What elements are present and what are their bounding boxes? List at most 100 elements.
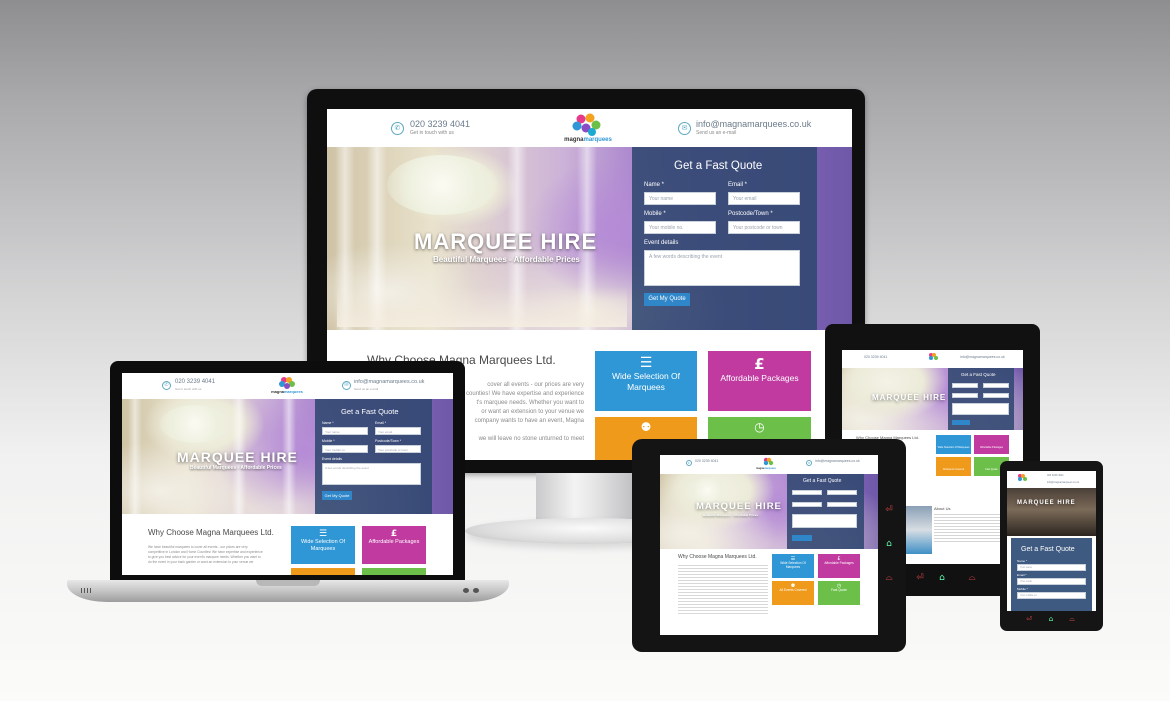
- recent-apps-icon[interactable]: ⌓: [882, 573, 896, 587]
- why-line: do the event in your back garden or want…: [148, 559, 254, 564]
- site-header: ✆ 020 3239 4041 magnamarquees ✉ info@mag…: [660, 455, 878, 474]
- postcode-input[interactable]: Your postcode or town: [375, 445, 421, 453]
- tile-label: Affordable Packages: [368, 539, 420, 545]
- header-email-caption: Send us an e-mail: [696, 130, 737, 136]
- postcode-input[interactable]: [827, 502, 857, 507]
- about-heading: About Us: [934, 506, 951, 511]
- quote-heading: Get a Fast Quote: [1021, 546, 1075, 553]
- tile-wide-selection[interactable]: ☰ Wide Selection Of Marquees: [772, 554, 814, 578]
- name-input[interactable]: Your name: [644, 192, 716, 205]
- name-input[interactable]: [792, 490, 822, 495]
- postcode-input[interactable]: [983, 393, 1009, 398]
- magna-logo[interactable]: magnamarquees: [756, 467, 776, 470]
- header-email[interactable]: info@magnamarquees.co.uk: [1047, 481, 1093, 484]
- back-icon[interactable]: ⏎: [882, 505, 896, 519]
- name-input[interactable]: [952, 383, 978, 388]
- pound-icon: £: [754, 355, 765, 373]
- header-email[interactable]: info@magnamarquees.co.uk: [354, 379, 424, 385]
- phone-icon: ✆: [162, 381, 171, 390]
- mobile-input[interactable]: Your mobile no.: [322, 445, 368, 453]
- back-icon[interactable]: ⏎: [1023, 615, 1035, 627]
- tile-label: Wide Selection Of Marquees: [611, 371, 681, 393]
- details-textarea[interactable]: [792, 514, 857, 528]
- header-phone-caption: Get in touch with us: [410, 130, 454, 136]
- tile-label: Wide Selection Of Marquees: [937, 446, 970, 449]
- hero-subtitle: Beautiful Marquees - Affordable Prices: [703, 513, 759, 517]
- name-input[interactable]: Your name: [322, 427, 368, 435]
- get-quote-button[interactable]: Get My Quote: [644, 293, 690, 306]
- magna-logo[interactable]: magnamarquees: [264, 389, 310, 394]
- name-label: Name *: [644, 182, 665, 188]
- site-header: ✆ 020 3239 4041 Get in touch with us mag…: [327, 109, 852, 147]
- email-input[interactable]: Your email: [728, 192, 800, 205]
- name-input[interactable]: Your name: [1017, 564, 1086, 571]
- phone-screen: 020 3239 4041 info@magnamarquees.co.uk M…: [1007, 471, 1096, 611]
- header-phone[interactable]: 020 3239 4041: [695, 459, 718, 463]
- recent-apps-icon[interactable]: ⌓: [1066, 615, 1078, 627]
- mobile-input[interactable]: [792, 502, 822, 507]
- tile-wide-selection[interactable]: ☰ Wide Selection Of Marquees: [291, 526, 355, 564]
- email-input[interactable]: Your email: [375, 427, 421, 435]
- tile-affordable[interactable]: £ Affordable Packages: [362, 526, 426, 564]
- tile-wide-selection[interactable]: ☰ Wide Selection Of Marquees: [595, 351, 697, 411]
- hero-title: MARQUEE HIRE: [414, 229, 598, 254]
- tile-label: All Events Covered: [942, 468, 965, 471]
- home-icon[interactable]: ⌂: [935, 573, 949, 587]
- tile-affordable[interactable]: £ Affordable Packages: [708, 351, 811, 411]
- tile-label: Wide Selection Of Marquees: [300, 539, 346, 552]
- postcode-input[interactable]: Your postcode or town: [728, 221, 800, 234]
- hero-title: MARQUEE HIRE: [1017, 500, 1076, 506]
- home-icon[interactable]: ⌂: [1045, 615, 1057, 627]
- flower-arrangement: [685, 478, 730, 503]
- header-phone[interactable]: 020 3239 4041: [175, 379, 215, 385]
- back-icon[interactable]: ⏎: [913, 573, 927, 587]
- tile-wide-selection[interactable]: Wide Selection Of Marquees: [936, 435, 971, 454]
- mobile-label: Mobile *: [1017, 587, 1028, 591]
- tile-label: All Events Covered: [779, 588, 807, 592]
- laptop-led: [463, 588, 469, 593]
- name-label: Name *: [322, 421, 334, 425]
- recent-apps-icon[interactable]: ⌓: [965, 573, 979, 587]
- tile-label: Wide Selection Of Marquees: [780, 561, 806, 569]
- get-quote-button[interactable]: [952, 420, 970, 425]
- header-email[interactable]: info@magnamarquees.co.uk: [960, 355, 1005, 359]
- header-email[interactable]: info@magnamarquees.co.uk: [815, 459, 860, 463]
- get-quote-button[interactable]: Get My Quote: [322, 491, 352, 500]
- tile-affordable[interactable]: £ Affordable Packages: [818, 554, 860, 578]
- header-email[interactable]: info@magnamarquees.co.uk: [696, 119, 811, 129]
- details-textarea[interactable]: [952, 403, 1009, 415]
- tile-fast-quote[interactable]: [362, 568, 426, 575]
- why-line: cover all events - our prices are very: [487, 382, 584, 388]
- why-line: company wants to have an event, Magna: [474, 418, 584, 424]
- tile-affordable[interactable]: Affordable Packages: [974, 435, 1009, 454]
- tile-all-events[interactable]: ⚉ All Events Covered: [772, 581, 814, 605]
- email-input[interactable]: [983, 383, 1009, 388]
- why-paragraph: [678, 565, 768, 615]
- header-phone[interactable]: 020 3239 4041: [864, 355, 887, 359]
- home-icon[interactable]: ⌂: [882, 539, 896, 553]
- email-label: Email *: [1017, 573, 1027, 577]
- mobile-input[interactable]: Your mobile no.: [1017, 592, 1086, 599]
- tile-label: Affordable Packages: [979, 446, 1004, 449]
- hero-subtitle: Beautiful Marquees - Affordable Prices: [433, 255, 580, 264]
- magna-logo[interactable]: magnamarquees: [553, 112, 623, 146]
- details-textarea[interactable]: A few words describing the event: [322, 463, 421, 485]
- email-input[interactable]: [827, 490, 857, 495]
- tile-all-events[interactable]: [291, 568, 355, 575]
- details-textarea[interactable]: A few words describing the event: [644, 250, 800, 286]
- mobile-input[interactable]: Your mobile no.: [644, 221, 716, 234]
- details-label: Event details: [322, 457, 343, 461]
- logo-mark-icon: [1018, 474, 1027, 481]
- keyboard-grille-icon: [81, 588, 93, 593]
- quote-heading: Get a Fast Quote: [674, 160, 763, 172]
- mobile-input[interactable]: [952, 393, 978, 398]
- mail-icon: ✉: [678, 122, 691, 135]
- details-label: Event details: [644, 240, 679, 246]
- get-quote-button[interactable]: [792, 535, 812, 541]
- header-phone[interactable]: 020 3239 4041: [410, 119, 470, 129]
- header-phone[interactable]: 020 3239 4041: [1047, 474, 1064, 477]
- email-input[interactable]: Your email: [1017, 578, 1086, 585]
- monitor-stand-neck: [536, 473, 632, 521]
- tile-fast-quote[interactable]: ◷ Fast Quote: [818, 581, 860, 605]
- tile-all-events[interactable]: All Events Covered: [936, 457, 971, 476]
